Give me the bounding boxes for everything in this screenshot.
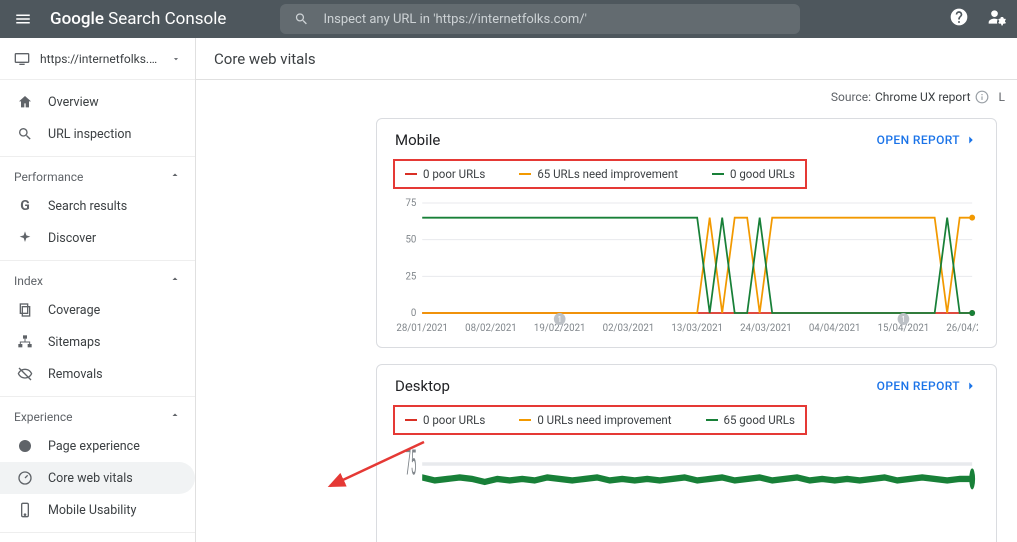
nav-overview[interactable]: Overview (0, 86, 195, 118)
svg-text:02/03/2021: 02/03/2021 (603, 323, 655, 334)
source-link[interactable]: Chrome UX report (875, 90, 971, 104)
chevron-right-icon (964, 379, 978, 393)
svg-text:13/03/2021: 13/03/2021 (671, 323, 723, 334)
g-icon: G (16, 197, 34, 215)
legend-good: 65 good URLs (706, 413, 795, 427)
svg-text:08/02/2021: 08/02/2021 (465, 323, 517, 334)
logo: Google Search Console (50, 9, 226, 29)
svg-text:26/04/2021: 26/04/2021 (946, 323, 978, 334)
nav-search-results[interactable]: GSearch results (0, 190, 195, 222)
chart-desktop: 75 (377, 437, 996, 542)
page-title: Core web vitals (196, 38, 1017, 80)
sidebar: https://internetfolks.com/ Overview URL … (0, 38, 196, 542)
legend-poor: 0 poor URLs (405, 413, 485, 427)
top-bar: Google Search Console (0, 0, 1017, 38)
nav-heading-index[interactable]: Index (0, 267, 195, 294)
card-mobile: Mobile OPEN REPORT 0 poor URLs 65 URLs n… (376, 118, 997, 348)
svg-text:0: 0 (411, 308, 416, 319)
svg-text:1: 1 (558, 315, 562, 324)
circle-plus-icon (16, 437, 34, 455)
account-icon[interactable] (987, 7, 1007, 31)
chevron-up-icon (169, 273, 181, 288)
legend-poor: 0 poor URLs (405, 167, 485, 181)
svg-text:04/04/2021: 04/04/2021 (809, 323, 861, 334)
svg-text:28/01/2021: 28/01/2021 (396, 323, 448, 334)
dropdown-icon (171, 54, 181, 64)
info-icon[interactable] (975, 90, 989, 104)
open-report-mobile[interactable]: OPEN REPORT (877, 133, 978, 147)
open-report-desktop[interactable]: OPEN REPORT (877, 379, 978, 393)
property-url: https://internetfolks.com/ (40, 52, 161, 66)
menu-icon[interactable] (10, 6, 36, 32)
nav-heading-experience[interactable]: Experience (0, 403, 195, 430)
nav-mobile-usability[interactable]: Mobile Usability (0, 494, 195, 526)
search-icon (294, 11, 309, 27)
chevron-up-icon (169, 409, 181, 424)
url-inspect-search[interactable] (280, 4, 800, 34)
chevron-right-icon (964, 133, 978, 147)
nav-removals[interactable]: Removals (0, 358, 195, 390)
property-selector[interactable]: https://internetfolks.com/ (0, 38, 195, 80)
nav-sitemaps[interactable]: Sitemaps (0, 326, 195, 358)
chevron-up-icon (169, 169, 181, 184)
hidden-icon (16, 365, 34, 383)
main-content: Core web vitals Source: Chrome UX report… (196, 38, 1017, 542)
logo-text: Google Search Console (50, 9, 226, 29)
legend-good: 0 good URLs (712, 167, 795, 181)
truncated-label: L (999, 90, 1005, 104)
svg-text:1: 1 (901, 315, 905, 324)
help-icon[interactable] (949, 7, 969, 31)
svg-text:75: 75 (405, 443, 416, 484)
nav-discover[interactable]: Discover (0, 222, 195, 254)
legend-need: 0 URLs need improvement (519, 413, 671, 427)
chart-mobile: 025507528/01/202108/02/202119/02/202102/… (377, 191, 996, 347)
nav-coverage[interactable]: Coverage (0, 294, 195, 326)
svg-text:75: 75 (405, 198, 416, 209)
legend-mobile: 0 poor URLs 65 URLs need improvement 0 g… (393, 159, 807, 189)
legend-need: 65 URLs need improvement (519, 167, 678, 181)
speed-icon (16, 469, 34, 487)
card-desktop: Desktop OPEN REPORT 0 poor URLs 0 URLs n… (376, 364, 997, 542)
legend-desktop: 0 poor URLs 0 URLs need improvement 65 g… (393, 405, 807, 435)
phone-icon (16, 501, 34, 519)
source-row: Source: Chrome UX report L (196, 80, 1017, 108)
svg-text:25: 25 (405, 271, 416, 282)
nav-heading-performance[interactable]: Performance (0, 163, 195, 190)
card-title-mobile: Mobile (395, 131, 440, 149)
monitor-icon (14, 52, 30, 66)
sitemap-icon (16, 333, 34, 351)
nav-url-inspection[interactable]: URL inspection (0, 118, 195, 150)
card-title-desktop: Desktop (395, 377, 450, 395)
pages-icon (16, 301, 34, 319)
nav-page-experience[interactable]: Page experience (0, 430, 195, 462)
home-icon (16, 93, 34, 111)
svg-text:24/03/2021: 24/03/2021 (740, 323, 792, 334)
discover-icon (16, 229, 34, 247)
svg-text:50: 50 (405, 235, 416, 246)
url-inspect-input[interactable] (323, 12, 786, 27)
magnifier-icon (16, 125, 34, 143)
nav-core-web-vitals[interactable]: Core web vitals (0, 462, 195, 494)
